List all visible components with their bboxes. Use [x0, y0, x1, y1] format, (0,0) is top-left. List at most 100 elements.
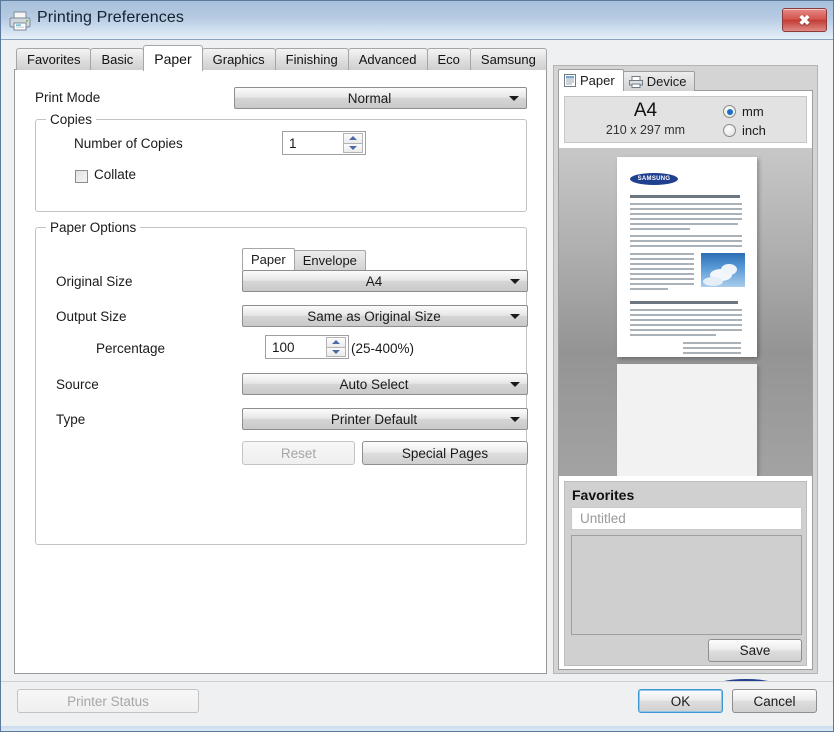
- source-label: Source: [56, 377, 99, 392]
- preview-heading-2: [630, 301, 738, 304]
- number-of-copies-stepper[interactable]: 1: [282, 131, 366, 155]
- percentage-range-hint: (25-400%): [351, 341, 414, 356]
- save-favorite-button[interactable]: Save: [708, 639, 802, 662]
- print-mode-combo[interactable]: Normal: [234, 87, 527, 109]
- output-size-label: Output Size: [56, 309, 127, 324]
- unit-radio-inch[interactable]: inch: [723, 123, 766, 138]
- title-bar: Printing Preferences ✖: [1, 1, 833, 40]
- original-size-label: Original Size: [56, 274, 133, 289]
- save-button-label: Save: [740, 643, 771, 658]
- favorites-list[interactable]: [571, 535, 802, 635]
- unit-inch-label: inch: [742, 123, 766, 138]
- preview-tab-paper[interactable]: Paper: [558, 69, 624, 91]
- tab-label: Advanced: [359, 52, 417, 67]
- tab-advanced[interactable]: Advanced: [348, 48, 428, 70]
- bottom-accent-bar: [1, 726, 833, 731]
- preview-tab-label: Paper: [580, 73, 615, 88]
- tab-paper[interactable]: Paper: [143, 45, 202, 71]
- percentage-stepper[interactable]: 100: [265, 335, 349, 359]
- source-combo[interactable]: Auto Select: [242, 373, 528, 395]
- cancel-button[interactable]: Cancel: [732, 689, 817, 713]
- ok-button-label: OK: [671, 694, 691, 709]
- tab-samsung[interactable]: Samsung: [470, 48, 547, 70]
- window-title: Printing Preferences: [37, 9, 184, 27]
- original-size-value: A4: [243, 271, 505, 291]
- document-icon: [564, 74, 576, 87]
- preview-body: A4 210 x 297 mm mm inch SAMSUNG: [558, 90, 813, 670]
- paper-info-box: A4 210 x 297 mm mm inch: [564, 96, 807, 143]
- triangle-down-icon: [349, 146, 357, 150]
- chevron-down-icon: [510, 382, 520, 387]
- chevron-down-icon: [510, 279, 520, 284]
- main-tab-strip: Favorites Basic Paper Graphics Finishing…: [16, 46, 546, 70]
- output-size-combo[interactable]: Same as Original Size: [242, 305, 528, 327]
- document-preview-page-next: [617, 364, 757, 476]
- source-value: Auto Select: [243, 374, 505, 394]
- tab-basic[interactable]: Basic: [90, 48, 144, 70]
- stepper-up-button[interactable]: [326, 337, 346, 347]
- inner-tab-label: Paper: [251, 252, 286, 267]
- printer-status-button[interactable]: Printer Status: [17, 689, 199, 713]
- printer-icon: [629, 76, 643, 88]
- tab-label: Finishing: [286, 52, 338, 67]
- ok-button[interactable]: OK: [638, 689, 723, 713]
- inner-tab-envelope[interactable]: Envelope: [294, 250, 366, 270]
- close-button[interactable]: ✖: [782, 8, 827, 32]
- print-mode-label: Print Mode: [35, 90, 100, 105]
- paper-options-group: Paper Options Paper Envelope Original Si…: [35, 227, 527, 545]
- triangle-up-icon: [332, 340, 340, 344]
- preview-tab-device[interactable]: Device: [623, 71, 696, 91]
- favorites-title: Favorites: [572, 487, 634, 503]
- tab-label: Eco: [438, 52, 460, 67]
- type-value: Printer Default: [243, 409, 505, 429]
- percentage-value: 100: [272, 336, 295, 358]
- collate-label: Collate: [94, 167, 136, 182]
- paper-tab-page: Print Mode Normal Copies Number of Copie…: [14, 69, 547, 674]
- paper-options-group-title: Paper Options: [46, 220, 140, 235]
- chevron-down-icon: [509, 96, 519, 101]
- special-pages-button-label: Special Pages: [402, 446, 488, 461]
- stepper-up-button[interactable]: [343, 133, 363, 143]
- number-of-copies-label: Number of Copies: [74, 136, 183, 151]
- stepper-buttons: [326, 337, 346, 357]
- tab-graphics[interactable]: Graphics: [202, 48, 276, 70]
- tab-favorites[interactable]: Favorites: [16, 48, 91, 70]
- reset-button[interactable]: Reset: [242, 441, 355, 465]
- print-mode-value: Normal: [235, 88, 504, 108]
- cancel-button-label: Cancel: [753, 694, 795, 709]
- tab-finishing[interactable]: Finishing: [275, 48, 349, 70]
- radio-inch-icon: [723, 124, 736, 137]
- samsung-logo-preview-text: SAMSUNG: [630, 173, 678, 185]
- collate-checkbox[interactable]: [75, 170, 88, 183]
- close-icon: ✖: [783, 9, 826, 31]
- unit-radio-mm[interactable]: mm: [723, 104, 764, 119]
- tab-eco[interactable]: Eco: [427, 48, 471, 70]
- output-size-value: Same as Original Size: [243, 306, 505, 326]
- type-label: Type: [56, 412, 85, 427]
- reset-button-label: Reset: [281, 446, 316, 461]
- copies-group: Copies Number of Copies 1 Collate: [35, 119, 527, 212]
- printer-status-label: Printer Status: [67, 694, 149, 709]
- preview-panel: Paper Device A4 210 x 297 mm mm: [553, 65, 818, 674]
- paper-dimensions-value: 210 x 297 mm: [583, 123, 708, 137]
- stepper-buttons: [343, 133, 363, 153]
- preview-cloud-image: [701, 253, 745, 287]
- preview-tab-strip: Paper Device: [558, 69, 694, 91]
- tab-label: Basic: [101, 52, 133, 67]
- type-combo[interactable]: Printer Default: [242, 408, 528, 430]
- original-size-combo[interactable]: A4: [242, 270, 528, 292]
- tab-label: Graphics: [213, 52, 265, 67]
- tab-label: Samsung: [481, 52, 536, 67]
- inner-tab-paper[interactable]: Paper: [242, 248, 295, 270]
- triangle-up-icon: [349, 136, 357, 140]
- stepper-down-button[interactable]: [326, 347, 346, 358]
- document-preview-page: SAMSUNG: [617, 157, 757, 357]
- triangle-down-icon: [332, 350, 340, 354]
- inner-tab-label: Envelope: [303, 253, 357, 268]
- special-pages-button[interactable]: Special Pages: [362, 441, 528, 465]
- samsung-logo-preview: SAMSUNG: [630, 173, 678, 185]
- footer-bar: Printer Status OK Cancel: [1, 682, 833, 731]
- paper-size-value: A4: [583, 100, 708, 122]
- favorites-name-input[interactable]: Untitled: [571, 507, 802, 530]
- stepper-down-button[interactable]: [343, 143, 363, 154]
